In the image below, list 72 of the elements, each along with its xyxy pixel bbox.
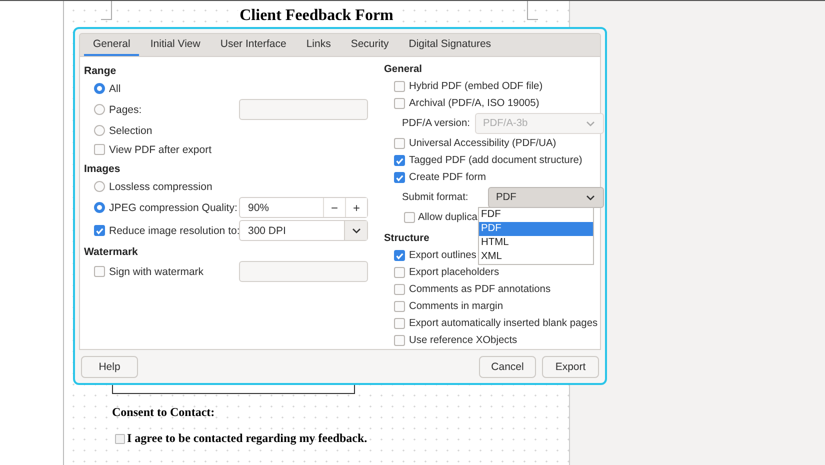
checkbox[interactable] — [394, 284, 405, 296]
checkbox[interactable] — [394, 250, 405, 262]
caret-icon — [586, 120, 595, 127]
checkbox[interactable] — [94, 144, 105, 156]
document-title: Client Feedback Form — [238, 7, 396, 25]
checkbox-label: Export automatically inserted blank pages — [409, 318, 598, 330]
radio-button[interactable] — [94, 83, 105, 94]
increment-button[interactable]: + — [345, 198, 367, 218]
radio-button[interactable] — [94, 104, 105, 116]
field-label: PDF/A version: — [401, 118, 471, 130]
dropdown-option[interactable]: XML — [479, 250, 593, 264]
checkbox[interactable] — [394, 155, 405, 166]
checkbox-label: Reduce image resolution to: — [109, 224, 240, 237]
form-label: Consent to Contact: — [112, 405, 215, 420]
radio-button[interactable] — [94, 125, 105, 136]
checkbox-label: Archival (PDF/A, ISO 19005) — [409, 98, 540, 110]
field-label: Submit format: — [401, 192, 470, 204]
checkbox[interactable] — [394, 267, 405, 278]
checkbox-label: Sign with watermark — [109, 266, 204, 278]
input-field[interactable] — [239, 99, 368, 120]
checkbox-label: Use reference XObjects — [409, 335, 518, 346]
radio-button[interactable] — [94, 181, 105, 192]
checkbox[interactable] — [394, 172, 405, 184]
dropdown-option[interactable]: PDF — [479, 222, 593, 236]
checkbox-label: Create PDF form — [409, 172, 486, 184]
checkbox[interactable] — [394, 301, 405, 312]
dropdown-option[interactable]: FDF — [479, 208, 593, 222]
checkbox-label: Universal Accessibility (PDF/UA) — [409, 138, 556, 150]
dropdown[interactable]: PDF — [488, 187, 604, 208]
section-heading: Structure — [384, 232, 430, 246]
tab[interactable]: Links — [297, 34, 340, 56]
checkbox-label: Comments in margin — [409, 301, 503, 312]
checkbox-label: Hybrid PDF (embed ODF file) — [409, 81, 543, 92]
tab[interactable]: Initial View — [141, 34, 210, 56]
cancel-button[interactable]: Cancel — [479, 356, 536, 378]
tab[interactable]: User Interface — [211, 34, 296, 56]
checkbox[interactable] — [394, 81, 405, 92]
checkbox-label: Comments as PDF annotations — [409, 284, 551, 296]
checkbox[interactable] — [94, 266, 105, 278]
checkbox-label: Allow duplica — [418, 212, 478, 224]
caret-icon — [586, 194, 595, 201]
checkbox-label: Export placeholders — [409, 267, 500, 278]
radio-button[interactable] — [94, 202, 105, 214]
radio-label: JPEG compression Quality: — [109, 202, 238, 214]
dropdown-option[interactable]: HTML — [479, 236, 593, 250]
checkbox-label: I agree to be contacted regarding my feedback. — [127, 431, 368, 446]
checkbox[interactable] — [115, 434, 125, 444]
quality-spinbox[interactable]: 90% − + — [239, 197, 368, 218]
radio-label: All — [109, 82, 121, 95]
tab[interactable]: Digital Signatures — [400, 34, 500, 56]
export-button[interactable]: Export — [542, 356, 599, 378]
help-button[interactable]: Help — [81, 356, 138, 378]
caret-icon — [352, 228, 360, 234]
radio-label: Pages: — [109, 104, 142, 116]
radio-label: Selection — [109, 124, 152, 137]
checkbox-label: View PDF after export — [109, 144, 212, 156]
radio-label: Lossless compression — [109, 180, 212, 193]
checkbox[interactable] — [404, 212, 415, 224]
checkbox-label: Tagged PDF (add document structure) — [409, 155, 582, 166]
checkbox[interactable] — [394, 98, 405, 110]
tab[interactable]: Security — [342, 34, 398, 56]
checkbox[interactable] — [394, 318, 405, 330]
checkbox[interactable] — [94, 225, 105, 236]
section-heading: Watermark — [84, 245, 138, 260]
section-heading: Range — [84, 64, 116, 80]
checkbox[interactable] — [394, 335, 405, 346]
section-heading: Images — [84, 162, 120, 178]
resolution-combobox[interactable]: 300 DPI — [239, 220, 368, 242]
section-heading: General — [384, 63, 422, 78]
checkbox[interactable] — [394, 138, 405, 150]
input-field[interactable] — [239, 261, 368, 282]
checkbox-label: Export outlines — [409, 250, 476, 262]
